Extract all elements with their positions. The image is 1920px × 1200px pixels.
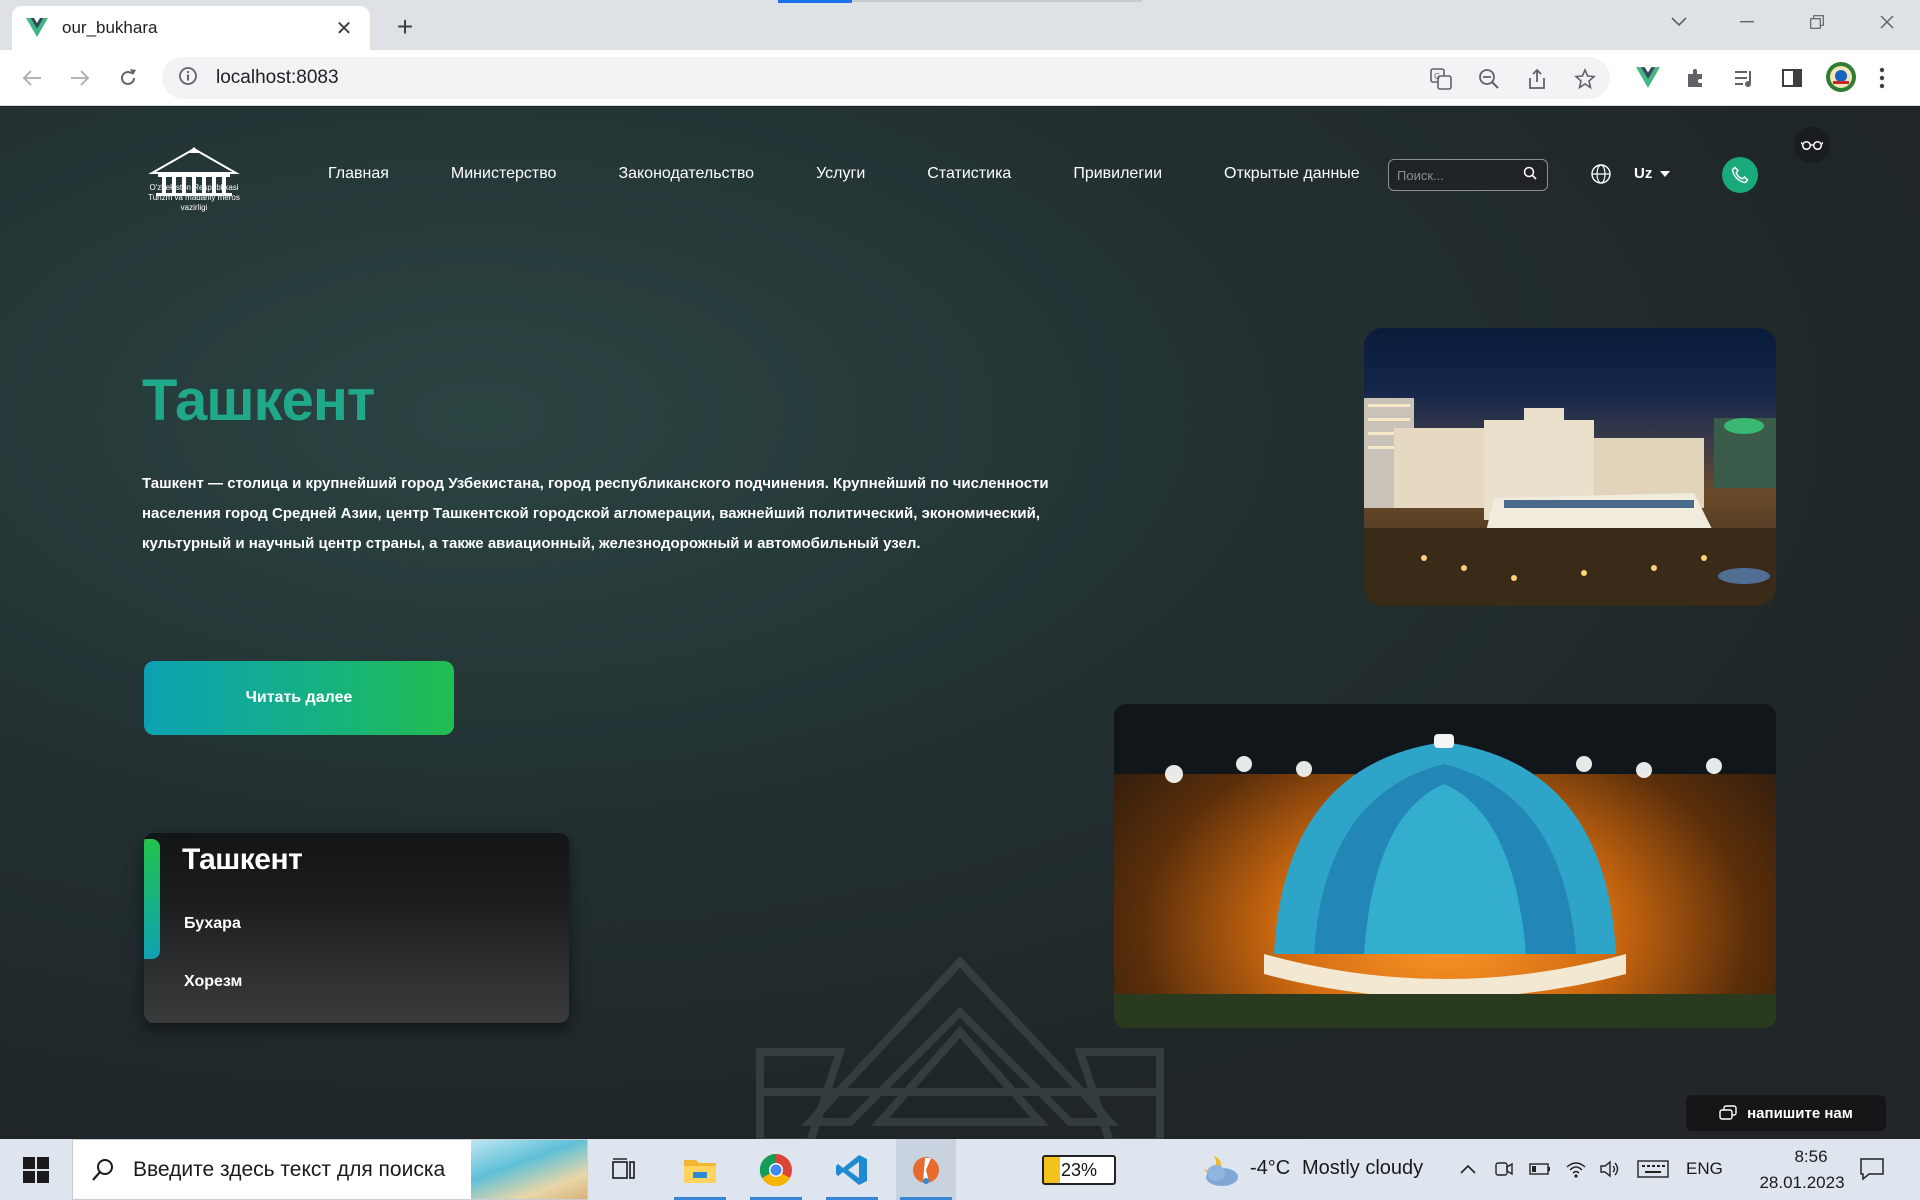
menu-item-privileges[interactable]: Привилегии bbox=[1073, 165, 1162, 183]
city-item-bukhara[interactable]: Бухара bbox=[184, 915, 241, 933]
logo-caption: O'zbekiston Respublikasi Turizm va madan… bbox=[142, 183, 246, 213]
caret-down-icon bbox=[1660, 170, 1671, 177]
hero-title: Ташкент bbox=[142, 368, 375, 433]
partly-cloudy-night-icon[interactable] bbox=[1198, 1151, 1242, 1189]
language-selector[interactable]: Uz bbox=[1634, 165, 1671, 182]
browser-tab[interactable]: our_bukhara ✕ bbox=[12, 6, 370, 50]
logo-line-1: O'zbekiston Respublikasi bbox=[149, 183, 239, 192]
new-tab-button[interactable]: + bbox=[390, 11, 420, 42]
search-icon bbox=[92, 1158, 113, 1181]
forward-icon[interactable] bbox=[64, 62, 96, 94]
vue-logo-icon bbox=[26, 17, 48, 39]
wifi-icon[interactable] bbox=[1564, 1157, 1588, 1181]
accessibility-button[interactable] bbox=[1794, 127, 1830, 163]
vscode-icon[interactable] bbox=[822, 1139, 882, 1200]
file-explorer-icon[interactable] bbox=[670, 1139, 730, 1200]
write-to-us-button[interactable]: напишите нам bbox=[1686, 1095, 1886, 1131]
address-bar[interactable]: localhost:8083 G bbox=[162, 57, 1610, 99]
input-language[interactable]: ENG bbox=[1686, 1159, 1723, 1179]
taskbar-search bbox=[72, 1139, 588, 1200]
search-icon[interactable] bbox=[1523, 166, 1537, 185]
read-more-button[interactable]: Читать далее bbox=[144, 661, 454, 735]
weather-description[interactable]: Mostly cloudy bbox=[1302, 1157, 1423, 1180]
extensions-puzzle-icon[interactable] bbox=[1682, 64, 1710, 92]
clock-time[interactable]: 8:56 bbox=[1768, 1147, 1854, 1167]
language-label: Uz bbox=[1634, 165, 1653, 182]
volume-icon[interactable] bbox=[1598, 1157, 1622, 1181]
translate-icon[interactable]: G bbox=[1428, 66, 1454, 92]
close-tab-icon[interactable]: ✕ bbox=[332, 16, 356, 40]
back-icon[interactable] bbox=[16, 62, 48, 94]
logo-line-2: Turizm va madaniy meros bbox=[148, 193, 240, 202]
media-queue-icon[interactable] bbox=[1730, 64, 1758, 92]
notifications-icon[interactable] bbox=[1858, 1155, 1886, 1183]
postman-icon[interactable] bbox=[896, 1139, 956, 1200]
menu-item-services[interactable]: Услуги bbox=[816, 165, 865, 183]
main-menu: Главная Министерство Законодательство Ус… bbox=[328, 165, 1360, 183]
svg-text:G: G bbox=[1434, 72, 1440, 81]
url-text: localhost:8083 bbox=[216, 67, 339, 88]
chrome-icon[interactable] bbox=[746, 1139, 806, 1200]
menu-item-ministry[interactable]: Министерство bbox=[451, 165, 557, 183]
share-icon[interactable] bbox=[1524, 66, 1550, 92]
browser-tabstrip: our_bukhara ✕ + bbox=[0, 0, 1920, 50]
active-city-indicator bbox=[144, 839, 160, 959]
keyboard-icon[interactable] bbox=[1636, 1157, 1670, 1181]
zoom-out-icon[interactable] bbox=[1476, 66, 1502, 92]
tab-search-icon[interactable] bbox=[1664, 10, 1694, 34]
reload-icon[interactable] bbox=[112, 62, 144, 94]
write-to-us-label: напишите нам bbox=[1747, 1104, 1853, 1122]
logo-line-3: vazirligi bbox=[180, 203, 208, 212]
chat-bubble-icon bbox=[1719, 1105, 1737, 1120]
tab-title: our_bukhara bbox=[62, 18, 158, 37]
search-highlight-illustration bbox=[471, 1140, 587, 1199]
site-search-input[interactable] bbox=[1397, 167, 1523, 183]
side-panel-icon[interactable] bbox=[1778, 64, 1806, 92]
windows-logo-icon bbox=[23, 1156, 49, 1183]
close-window-icon[interactable] bbox=[1872, 10, 1902, 34]
task-view-icon[interactable] bbox=[594, 1139, 654, 1200]
browser-toolbar: localhost:8083 G bbox=[0, 50, 1920, 106]
browser-menu-icon[interactable] bbox=[1868, 64, 1896, 92]
chevron-up-icon[interactable] bbox=[1456, 1157, 1480, 1181]
vue-devtools-icon[interactable] bbox=[1634, 64, 1662, 92]
start-button[interactable] bbox=[0, 1139, 72, 1200]
restore-icon[interactable] bbox=[1802, 10, 1832, 34]
city-switcher: Ташкент Бухара Хорезм bbox=[144, 833, 569, 1023]
chorsu-bazaar-photo bbox=[1114, 704, 1776, 1028]
site-search bbox=[1388, 159, 1548, 191]
background-ornament bbox=[756, 956, 1164, 1139]
hero-description: Ташкент — столица и крупнейший город Узб… bbox=[142, 475, 1049, 552]
windows-taskbar: 23% -4°C Mostly cloudy ENG 8:56 28.01.20… bbox=[0, 1139, 1920, 1200]
site-info-icon[interactable] bbox=[178, 66, 198, 91]
city-item-khorezm[interactable]: Хорезм bbox=[184, 973, 242, 991]
tashkent-city-photo bbox=[1364, 328, 1776, 606]
profile-avatar[interactable] bbox=[1824, 60, 1858, 94]
weather-temperature[interactable]: -4°C bbox=[1250, 1157, 1290, 1180]
tab-loading-indicator bbox=[778, 0, 852, 3]
bookmark-star-icon[interactable] bbox=[1572, 66, 1598, 92]
menu-item-statistics[interactable]: Статистика bbox=[927, 165, 1011, 183]
menu-item-home[interactable]: Главная bbox=[328, 165, 389, 183]
phone-button[interactable] bbox=[1722, 157, 1758, 193]
battery-indicator[interactable]: 23% bbox=[1042, 1155, 1116, 1185]
web-page: O'zbekiston Respublikasi Turizm va madan… bbox=[0, 107, 1920, 1139]
menu-item-legislation[interactable]: Законодательство bbox=[618, 165, 754, 183]
menu-item-open-data[interactable]: Открытые данные bbox=[1224, 165, 1360, 183]
clock-date[interactable]: 28.01.2023 bbox=[1742, 1173, 1862, 1193]
tab-divider bbox=[852, 0, 1142, 2]
globe-icon[interactable] bbox=[1590, 163, 1612, 185]
taskbar-search-input[interactable] bbox=[133, 1157, 463, 1182]
glasses-icon bbox=[1801, 140, 1823, 150]
phone-icon bbox=[1731, 166, 1749, 184]
city-item-active[interactable]: Ташкент bbox=[182, 843, 303, 877]
battery-tray-icon[interactable] bbox=[1528, 1157, 1552, 1181]
meet-now-icon[interactable] bbox=[1492, 1157, 1516, 1181]
minimize-icon[interactable] bbox=[1732, 10, 1762, 34]
